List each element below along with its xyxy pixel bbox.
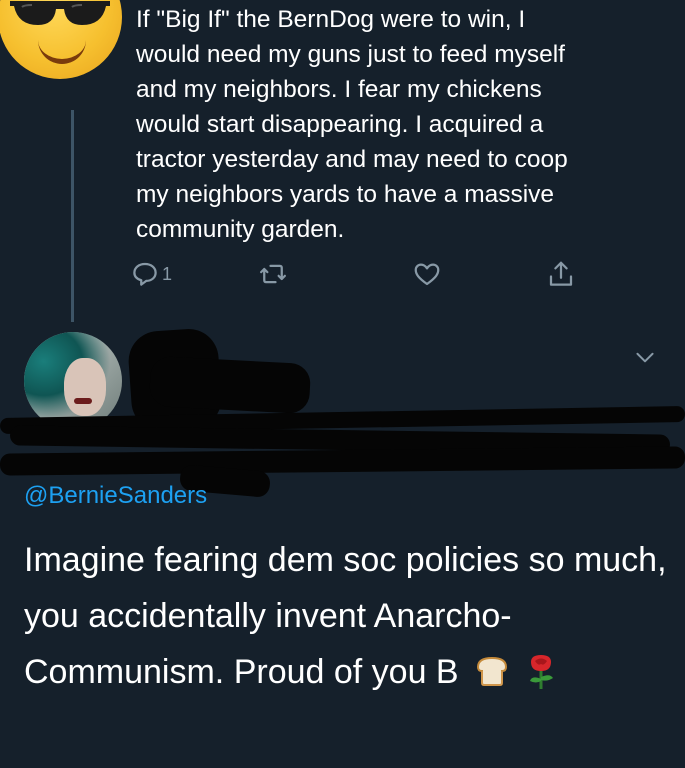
retweet-icon (260, 264, 286, 284)
thread-connector-line (71, 110, 74, 322)
reply-button[interactable]: 1 (130, 258, 172, 290)
rose-emoji (529, 655, 553, 689)
redaction-mark (148, 355, 312, 415)
replying-to-handle[interactable]: @BernieSanders (24, 482, 207, 510)
like-button[interactable] (412, 258, 442, 290)
share-icon (549, 261, 573, 286)
share-button[interactable] (546, 258, 576, 290)
sunglasses-icon (10, 1, 110, 25)
reply-count: 1 (162, 263, 173, 284)
main-tweet-body: Imagine fearing dem soc policies so much… (24, 541, 667, 691)
bread-emoji (477, 656, 508, 686)
smile-mouth (38, 39, 86, 64)
retweet-button[interactable] (258, 258, 288, 290)
redaction-mark (0, 446, 685, 476)
chevron-down-icon[interactable] (632, 344, 658, 370)
heart-icon (414, 263, 440, 286)
avatar-face (64, 358, 106, 416)
main-tweet-text: Imagine fearing dem soc policies so much… (24, 532, 674, 700)
avatar-mouth (74, 398, 92, 404)
sunglasses-emoji-avatar[interactable] (0, 0, 122, 79)
tweet-actions-bar: 1 (130, 258, 590, 292)
reply-tweet-text: If "Big If" the BernDog were to win, I w… (136, 6, 568, 243)
reply-icon (133, 262, 157, 286)
